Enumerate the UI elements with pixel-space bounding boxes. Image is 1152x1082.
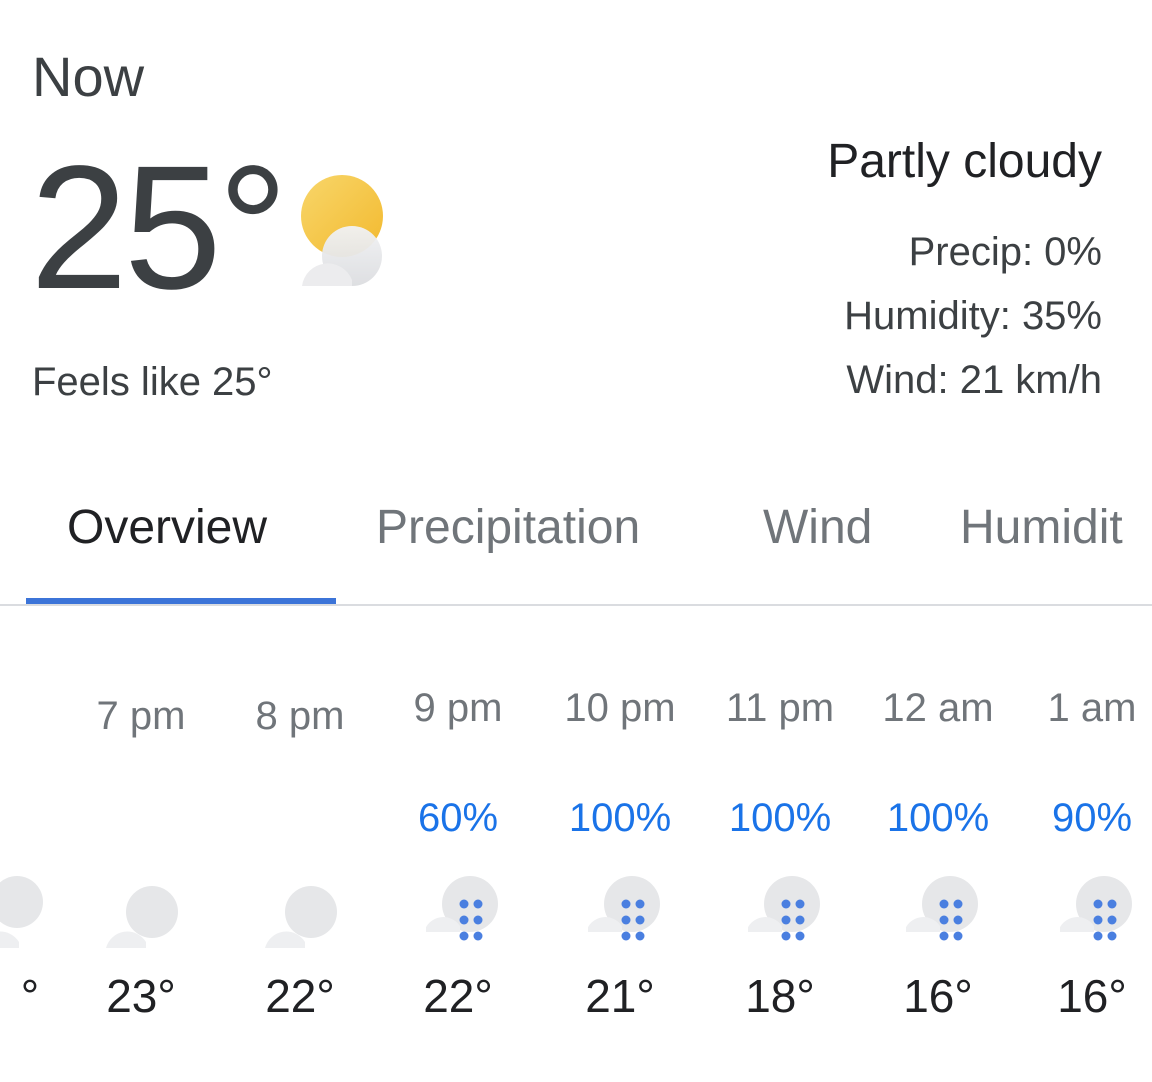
hour-precip-chance: 100%	[886, 796, 990, 840]
hour-time: 7 pm	[96, 694, 186, 738]
cloudy-icon	[104, 872, 184, 952]
hour-time: 12 am	[882, 686, 994, 730]
tab-bar: Overview Precipitation Wind Humidit	[0, 484, 1152, 606]
hour-time: 10 pm	[564, 686, 676, 730]
hourly-forecast: m ° 7 pm 23° 8 pm 22° 9 pm	[0, 660, 1152, 1060]
tab-humidity[interactable]: Humidit	[960, 496, 1123, 560]
tab-precipitation[interactable]: Precipitation	[376, 496, 640, 560]
humidity-text: Humidity: 35%	[844, 294, 1102, 338]
hour-column[interactable]: 11 pm 100% 18°	[715, 660, 845, 1040]
hour-column[interactable]: 1 am 90% 16°	[1027, 660, 1152, 1040]
rain-icon	[424, 872, 506, 952]
hour-temperature: 16°	[903, 970, 973, 1022]
cloudy-icon	[263, 872, 343, 952]
hour-column[interactable]: 10 pm 100% 21°	[555, 660, 685, 1040]
hour-time: 9 pm	[413, 686, 503, 730]
hour-column[interactable]: m °	[0, 660, 43, 1040]
rain-icon	[1058, 872, 1140, 952]
hour-precip-chance: 60%	[417, 796, 499, 840]
hour-temperature: 21°	[585, 970, 655, 1022]
hour-temperature: 22°	[423, 970, 493, 1022]
hour-time: 11 pm	[725, 686, 835, 730]
wind-text: Wind: 21 km/h	[846, 358, 1102, 402]
precip-text: Precip: 0%	[908, 230, 1102, 274]
active-tab-indicator	[26, 598, 336, 604]
hour-column[interactable]: 12 am 100% 16°	[873, 660, 1003, 1040]
cloudy-icon	[0, 872, 55, 952]
hour-precip-chance: 100%	[568, 796, 672, 840]
hour-time: 1 am	[1047, 686, 1137, 730]
hour-time: 8 pm	[255, 694, 345, 738]
tab-wind[interactable]: Wind	[763, 496, 872, 560]
partly-cloudy-icon	[296, 170, 392, 290]
hour-temperature: 22°	[265, 970, 335, 1022]
hour-precip-chance: 100%	[728, 796, 832, 840]
weather-details: Partly cloudy Precip: 0% Humidity: 35% W…	[827, 130, 1102, 412]
feels-like-text: Feels like 25°	[32, 360, 273, 404]
rain-icon	[746, 872, 828, 952]
current-temperature: 25°	[30, 130, 288, 326]
hour-temperature: 18°	[745, 970, 815, 1022]
now-label: Now	[32, 45, 145, 108]
hour-temperature: 16°	[1057, 970, 1127, 1022]
hour-time: m	[0, 690, 35, 742]
tab-overview[interactable]: Overview	[67, 496, 267, 560]
hour-temperature: 23°	[106, 970, 176, 1022]
hour-column[interactable]: 9 pm 60% 22°	[393, 660, 523, 1040]
hour-precip-chance: 90%	[1051, 796, 1133, 840]
rain-icon	[904, 872, 986, 952]
rain-icon	[586, 872, 668, 952]
hour-column[interactable]: 7 pm 23°	[76, 660, 206, 1040]
hour-column[interactable]: 8 pm 22°	[235, 660, 365, 1040]
condition-text: Partly cloudy	[827, 135, 1102, 188]
